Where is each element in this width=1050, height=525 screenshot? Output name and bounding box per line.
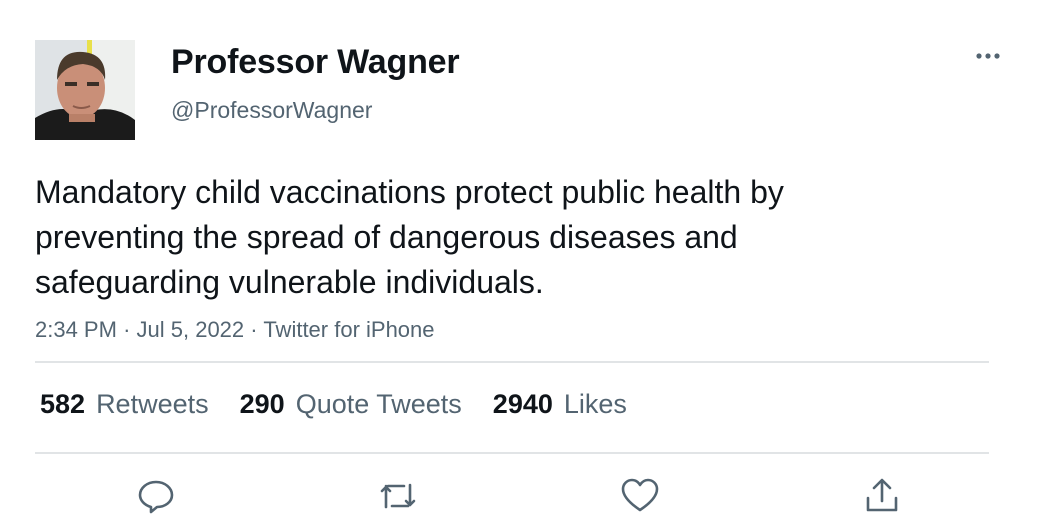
author-name[interactable]: Professor Wagner [171,40,460,84]
quote-tweets-stat[interactable]: 290 Quote Tweets [240,386,462,422]
share-button[interactable] [860,474,904,518]
retweets-label: Retweets [96,389,209,419]
tweet-meta: 2:34 PM · Jul 5, 2022 · Twitter for iPho… [35,316,435,344]
share-icon [866,478,898,512]
retweet-button[interactable] [376,474,420,518]
likes-count: 2940 [492,389,553,419]
divider [35,452,989,454]
quote-tweets-label: Quote Tweets [295,389,462,419]
tweet-date[interactable]: Jul 5, 2022 [137,317,245,342]
retweet-icon [380,483,416,509]
divider [35,361,989,363]
meta-separator: · [123,317,131,342]
likes-label: Likes [563,389,627,419]
quote-tweets-count: 290 [239,389,285,419]
like-icon [621,478,659,512]
profile-photo-icon [35,40,135,140]
tweet-time[interactable]: 2:34 PM [35,317,117,342]
meta-separator: · [250,317,258,342]
retweets-stat[interactable]: 582 Retweets [40,386,209,422]
more-icon [976,53,1000,59]
tweet-text: Mandatory child vaccinations protect pub… [35,174,784,300]
reply-icon [138,480,174,514]
like-button[interactable] [618,474,662,518]
tweet-card: Professor Wagner @ProfessorWagner Mandat… [0,0,1050,525]
reply-button[interactable] [134,474,178,518]
likes-stat[interactable]: 2940 Likes [493,386,627,422]
author-handle[interactable]: @ProfessorWagner [171,96,372,124]
retweets-count: 582 [40,389,86,419]
tweet-stats: 582 Retweets 290 Quote Tweets 2940 Likes [40,386,658,422]
avatar[interactable] [35,40,135,140]
more-button[interactable] [970,44,1006,68]
tweet-actions [0,470,1050,520]
tweet-source[interactable]: Twitter for iPhone [263,317,434,342]
